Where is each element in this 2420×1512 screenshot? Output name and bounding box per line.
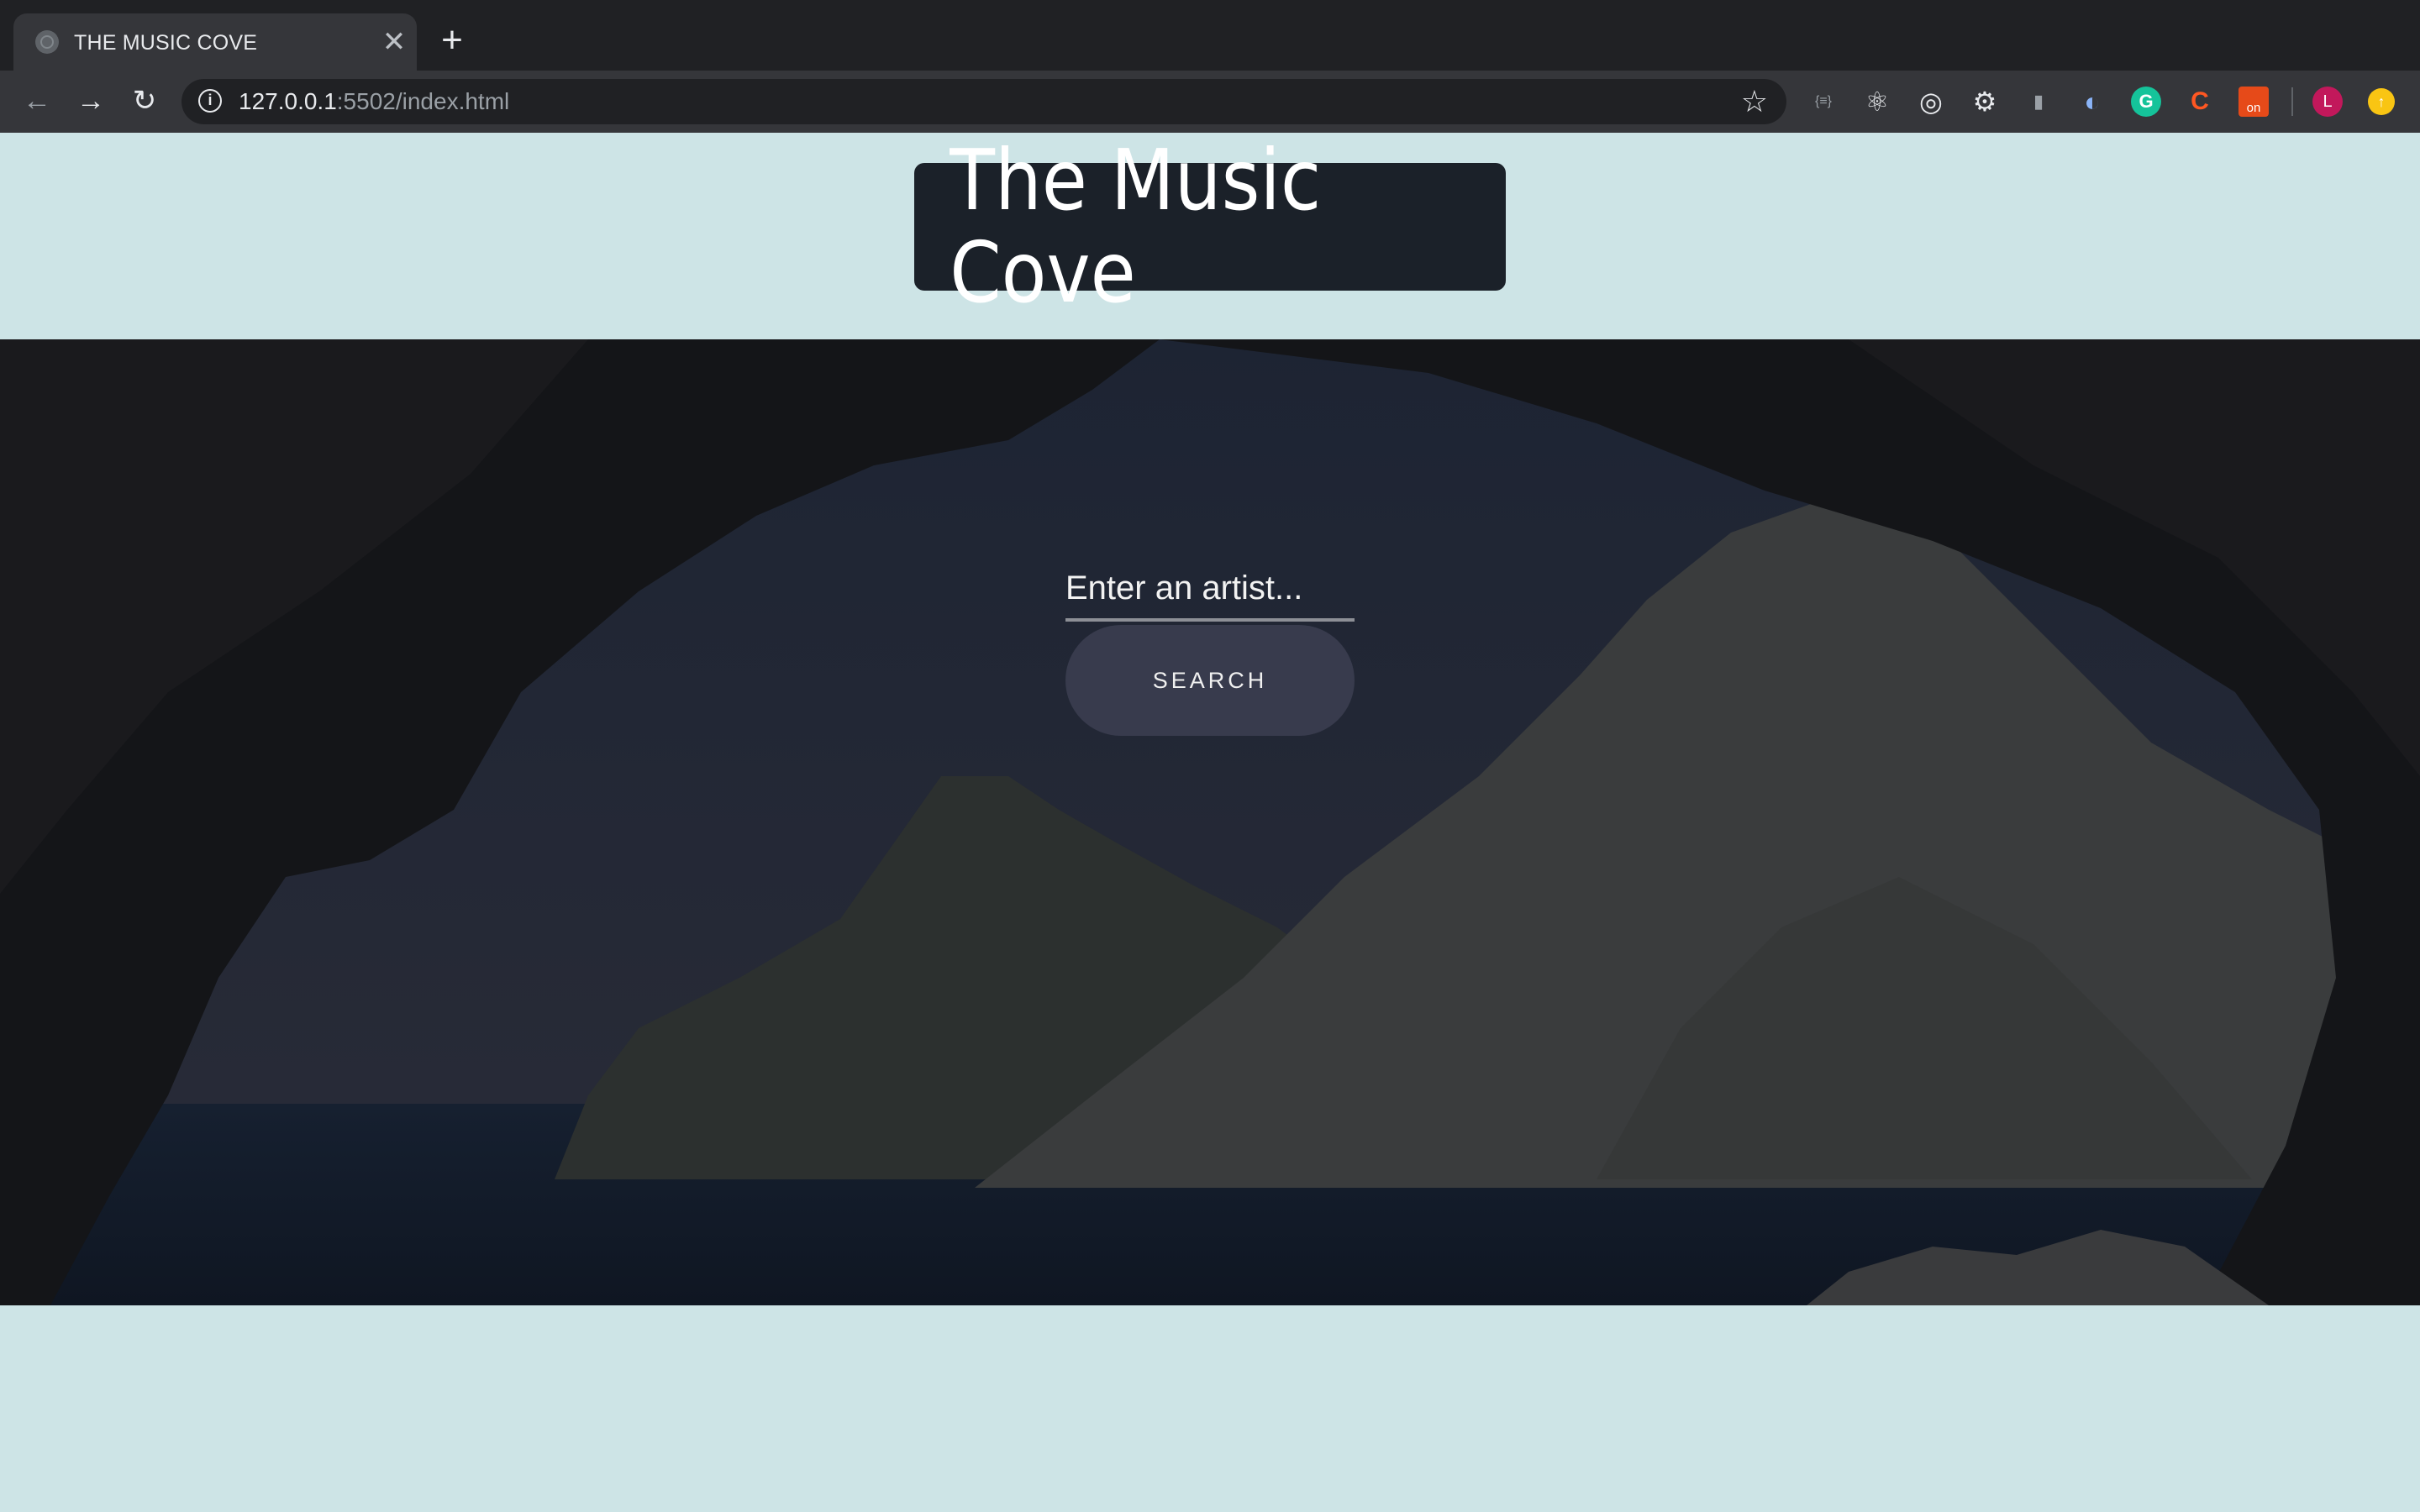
- target-extension-icon[interactable]: ◎: [1916, 87, 1946, 117]
- gear-extension-icon[interactable]: ⚙: [1970, 87, 2000, 117]
- search-form: SEARCH: [1065, 339, 1355, 1305]
- address-bar[interactable]: i 127.0.0.1:5502/index.html ☆: [182, 79, 1786, 124]
- browser-toolbar: ← → ↻ i 127.0.0.1:5502/index.html ☆ {≡} …: [0, 71, 2420, 133]
- globe-icon: [35, 30, 59, 54]
- bottle-extension-icon[interactable]: ▮: [2023, 87, 2054, 117]
- page: The Music Cove Enter an artist... SEARCH: [0, 133, 2420, 1512]
- url-path: :5502/index.html: [336, 88, 510, 114]
- grammarly-icon[interactable]: G: [2131, 87, 2161, 117]
- back-arrow-icon[interactable]: ←: [18, 82, 55, 119]
- artist-search-input[interactable]: [1065, 558, 1355, 622]
- tab-title: THE MUSIC COVE: [74, 31, 258, 55]
- json-viewer-icon[interactable]: {≡}: [1808, 87, 1839, 117]
- on-badge-extension-icon[interactable]: on: [2238, 87, 2269, 117]
- browser-tab[interactable]: THE MUSIC COVE ✕: [13, 13, 417, 71]
- forward-arrow-icon[interactable]: →: [72, 82, 109, 119]
- info-icon[interactable]: i: [198, 89, 222, 113]
- hero-section: SEARCH: [0, 339, 2420, 1305]
- url-text[interactable]: 127.0.0.1:5502/index.html: [239, 89, 509, 114]
- reload-icon[interactable]: ↻: [126, 82, 163, 119]
- react-devtools-icon[interactable]: ⚛: [1862, 87, 1892, 117]
- new-tab-button[interactable]: +: [435, 22, 469, 59]
- update-icon[interactable]: ↑: [2368, 88, 2395, 115]
- site-header: The Music Cove: [914, 134, 1506, 319]
- toolbar-divider: [2291, 87, 2293, 116]
- c-extension-icon[interactable]: C: [2185, 87, 2215, 117]
- bookmark-star-icon[interactable]: ☆: [1741, 84, 1768, 119]
- o-extension-icon[interactable]: ◐: [2077, 87, 2107, 117]
- profile-avatar[interactable]: L: [2312, 87, 2343, 117]
- search-button[interactable]: SEARCH: [1065, 625, 1355, 736]
- browser-tabstrip: THE MUSIC COVE ✕ +: [0, 0, 2420, 71]
- url-host: 127.0.0.1: [239, 88, 337, 114]
- page-title: The Music Cove: [950, 131, 1322, 322]
- close-icon[interactable]: ✕: [380, 28, 408, 56]
